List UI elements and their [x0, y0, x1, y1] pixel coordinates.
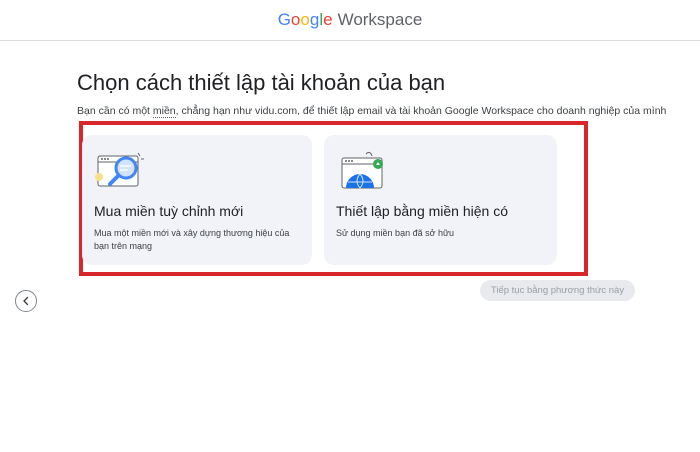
subtitle-text-pre: Bạn cần có một — [77, 105, 153, 117]
globe-website-icon — [341, 151, 383, 189]
option-desc-buy-domain: Mua một miền mới và xây dựng thương hiệu… — [94, 228, 290, 251]
google-workspace-logo: Google Workspace — [278, 10, 423, 30]
page-title: Chọn cách thiết lập tài khoản của bạn — [77, 70, 446, 95]
top-header: Google Workspace — [0, 0, 700, 41]
domain-term-link[interactable]: miền — [152, 105, 176, 118]
continue-button[interactable]: Tiếp tục bằng phương thức này — [480, 280, 635, 301]
domain-search-icon — [95, 152, 144, 187]
option-card-existing-domain[interactable]: Thiết lập bằng miền hiện có Sử dụng miền… — [324, 135, 557, 265]
option-card-buy-domain[interactable]: Mua miền tuỳ chỉnh mới Mua một miền mới … — [82, 135, 312, 265]
option-title-buy-domain: Mua miền tuỳ chỉnh mới — [94, 203, 244, 219]
option-title-existing-domain: Thiết lập bằng miền hiện có — [336, 203, 508, 219]
page-subtitle: Bạn cần có một miền, chẳng hạn như vidu.… — [77, 105, 667, 118]
back-button[interactable] — [15, 290, 37, 312]
chevron-left-icon — [23, 296, 29, 306]
workspace-wordmark: Workspace — [337, 10, 423, 29]
subtitle-text-post: , chẳng hạn như vidu.com, để thiết lập e… — [175, 105, 667, 117]
option-desc-existing-domain: Sử dụng miền bạn đã sở hữu — [336, 228, 455, 238]
google-wordmark: Google — [277, 10, 333, 29]
